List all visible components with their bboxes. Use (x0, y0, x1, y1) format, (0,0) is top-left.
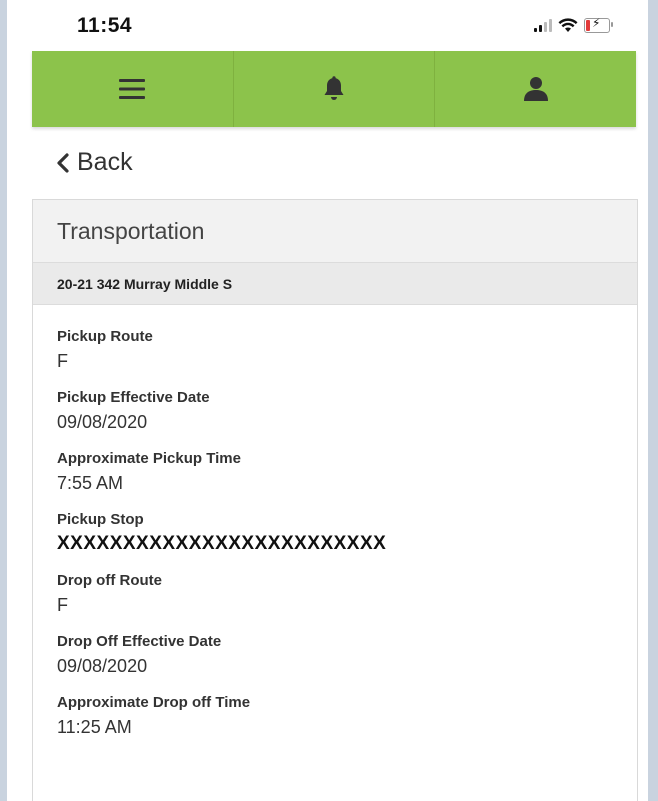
field-approximate-drop-off-time: Approximate Drop off Time 11:25 AM (57, 693, 613, 739)
field-label: Pickup Effective Date (57, 389, 210, 406)
profile-button[interactable] (435, 51, 636, 127)
battery-charging-icon: ⚡ (584, 16, 613, 33)
back-link[interactable]: Back (56, 148, 133, 177)
field-value: F (57, 595, 68, 615)
field-drop-off-effective-date: Drop Off Effective Date 09/08/2020 (57, 632, 613, 678)
field-pickup-effective-date: Pickup Effective Date 09/08/2020 (57, 388, 613, 434)
signal-icon (534, 19, 552, 32)
field-value: 11:25 AM (57, 717, 132, 737)
right-edge (648, 0, 658, 801)
notifications-button[interactable] (234, 51, 436, 127)
back-label: Back (77, 148, 133, 176)
field-value: F (57, 351, 68, 371)
field-label: Approximate Pickup Time (57, 450, 241, 467)
field-label: Drop off Route (57, 572, 162, 589)
status-icons: ⚡ (534, 16, 613, 33)
field-label: Pickup Stop (57, 511, 144, 528)
field-value: 09/08/2020 (57, 412, 148, 432)
menu-button[interactable] (32, 51, 234, 127)
field-value-masked: XXXXXXXXXXXXXXXXXXXXXXXXX (57, 533, 387, 554)
field-label: Pickup Route (57, 328, 153, 345)
field-label: Approximate Drop off Time (57, 694, 251, 711)
card-subtitle: 20-21 342 Murray Middle S (33, 263, 637, 305)
field-pickup-route: Pickup Route F (57, 327, 613, 373)
chevron-left-icon (57, 152, 69, 173)
card-title: Transportation (33, 200, 637, 263)
field-pickup-stop: Pickup Stop XXXXXXXXXXXXXXXXXXXXXXXXX (57, 510, 613, 556)
field-list: Pickup Route F Pickup Effective Date 09/… (33, 305, 637, 739)
field-value: 7:55 AM (57, 473, 124, 493)
bell-icon (324, 76, 344, 100)
app-screen: 11:54 ⚡ Back Transportation 20-21 342 Mu… (0, 0, 658, 801)
top-nav-bar (32, 51, 636, 127)
field-label: Drop Off Effective Date (57, 633, 222, 650)
status-bar: 11:54 ⚡ (7, 0, 648, 50)
user-icon (523, 77, 548, 101)
wifi-icon (558, 18, 578, 32)
field-approximate-pickup-time: Approximate Pickup Time 7:55 AM (57, 449, 613, 495)
transportation-card: Transportation 20-21 342 Murray Middle S… (32, 199, 638, 801)
status-time: 11:54 (77, 14, 133, 37)
left-edge (0, 0, 7, 801)
field-value: 09/08/2020 (57, 656, 148, 676)
hamburger-menu-icon (119, 79, 146, 99)
field-drop-off-route: Drop off Route F (57, 571, 613, 617)
